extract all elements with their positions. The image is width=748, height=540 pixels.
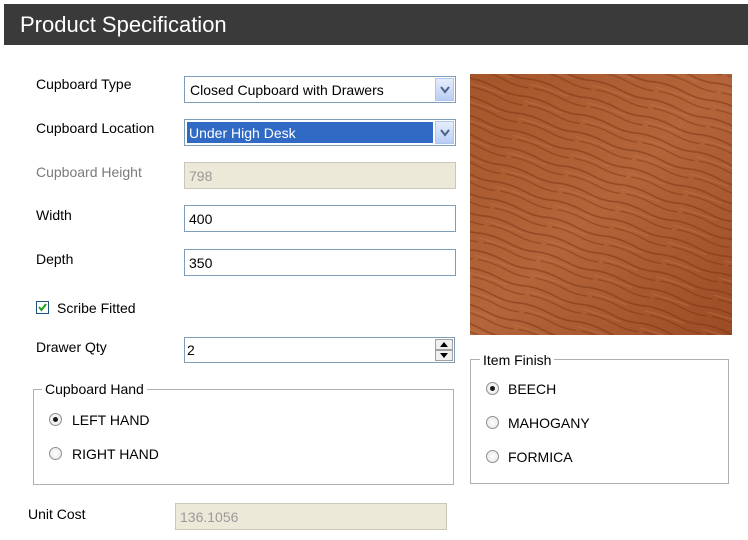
radio-selected-dot [490, 386, 495, 391]
width-value: 400 [189, 211, 213, 227]
cupboard-type-select[interactable]: Closed Cupboard with Drawers [184, 76, 456, 103]
chevron-up-icon [440, 342, 448, 347]
cupboard-height-field: 798 [184, 162, 456, 189]
item-finish-legend: Item Finish [480, 352, 555, 368]
chevron-down-icon[interactable] [435, 121, 454, 144]
cupboard-height-value: 798 [189, 168, 213, 184]
depth-value: 350 [189, 255, 213, 271]
right-hand-radio[interactable] [49, 447, 62, 460]
unit-cost-value: 136.1056 [180, 509, 239, 525]
unit-cost-field: 136.1056 [175, 503, 447, 530]
width-field[interactable]: 400 [184, 205, 456, 232]
beech-radio[interactable] [486, 382, 499, 395]
chevron-down-icon [440, 353, 448, 358]
right-hand-label: RIGHT HAND [72, 446, 159, 462]
beech-label: BEECH [508, 381, 557, 397]
left-hand-radio[interactable] [49, 413, 62, 426]
scribe-fitted-label: Scribe Fitted [57, 300, 136, 316]
cupboard-type-label: Cupboard Type [36, 76, 132, 92]
formica-radio[interactable] [486, 450, 499, 463]
mahogany-label: MAHOGANY [508, 415, 590, 431]
cupboard-location-value: Under High Desk [189, 125, 296, 141]
depth-field[interactable]: 350 [184, 249, 456, 276]
stepper-buttons [435, 339, 453, 361]
mahogany-radio[interactable] [486, 416, 499, 429]
stepper-down-button[interactable] [435, 350, 453, 361]
cupboard-height-label: Cupboard Height [36, 164, 142, 180]
finish-preview-image [470, 74, 732, 335]
header-bar: Product Specification [4, 4, 748, 45]
stepper-up-button[interactable] [435, 339, 453, 350]
radio-selected-dot [53, 417, 58, 422]
depth-label: Depth [36, 251, 74, 267]
drawer-qty-stepper[interactable]: 2 [184, 337, 455, 363]
unit-cost-label: Unit Cost [28, 506, 86, 522]
cupboard-location-select[interactable]: Under High Desk [184, 119, 456, 146]
left-hand-label: LEFT HAND [72, 412, 150, 428]
chevron-down-icon[interactable] [435, 78, 454, 101]
cupboard-type-value: Closed Cupboard with Drawers [190, 82, 384, 98]
drawer-qty-label: Drawer Qty [36, 339, 107, 355]
checkmark-icon [38, 303, 47, 312]
cupboard-hand-legend: Cupboard Hand [42, 381, 147, 397]
cupboard-location-label: Cupboard Location [36, 120, 155, 136]
formica-label: FORMICA [508, 449, 573, 465]
cupboard-hand-group [33, 389, 454, 485]
scribe-fitted-checkbox[interactable] [36, 301, 49, 314]
width-label: Width [36, 207, 72, 223]
page-title: Product Specification [20, 12, 227, 37]
drawer-qty-value: 2 [187, 342, 195, 358]
